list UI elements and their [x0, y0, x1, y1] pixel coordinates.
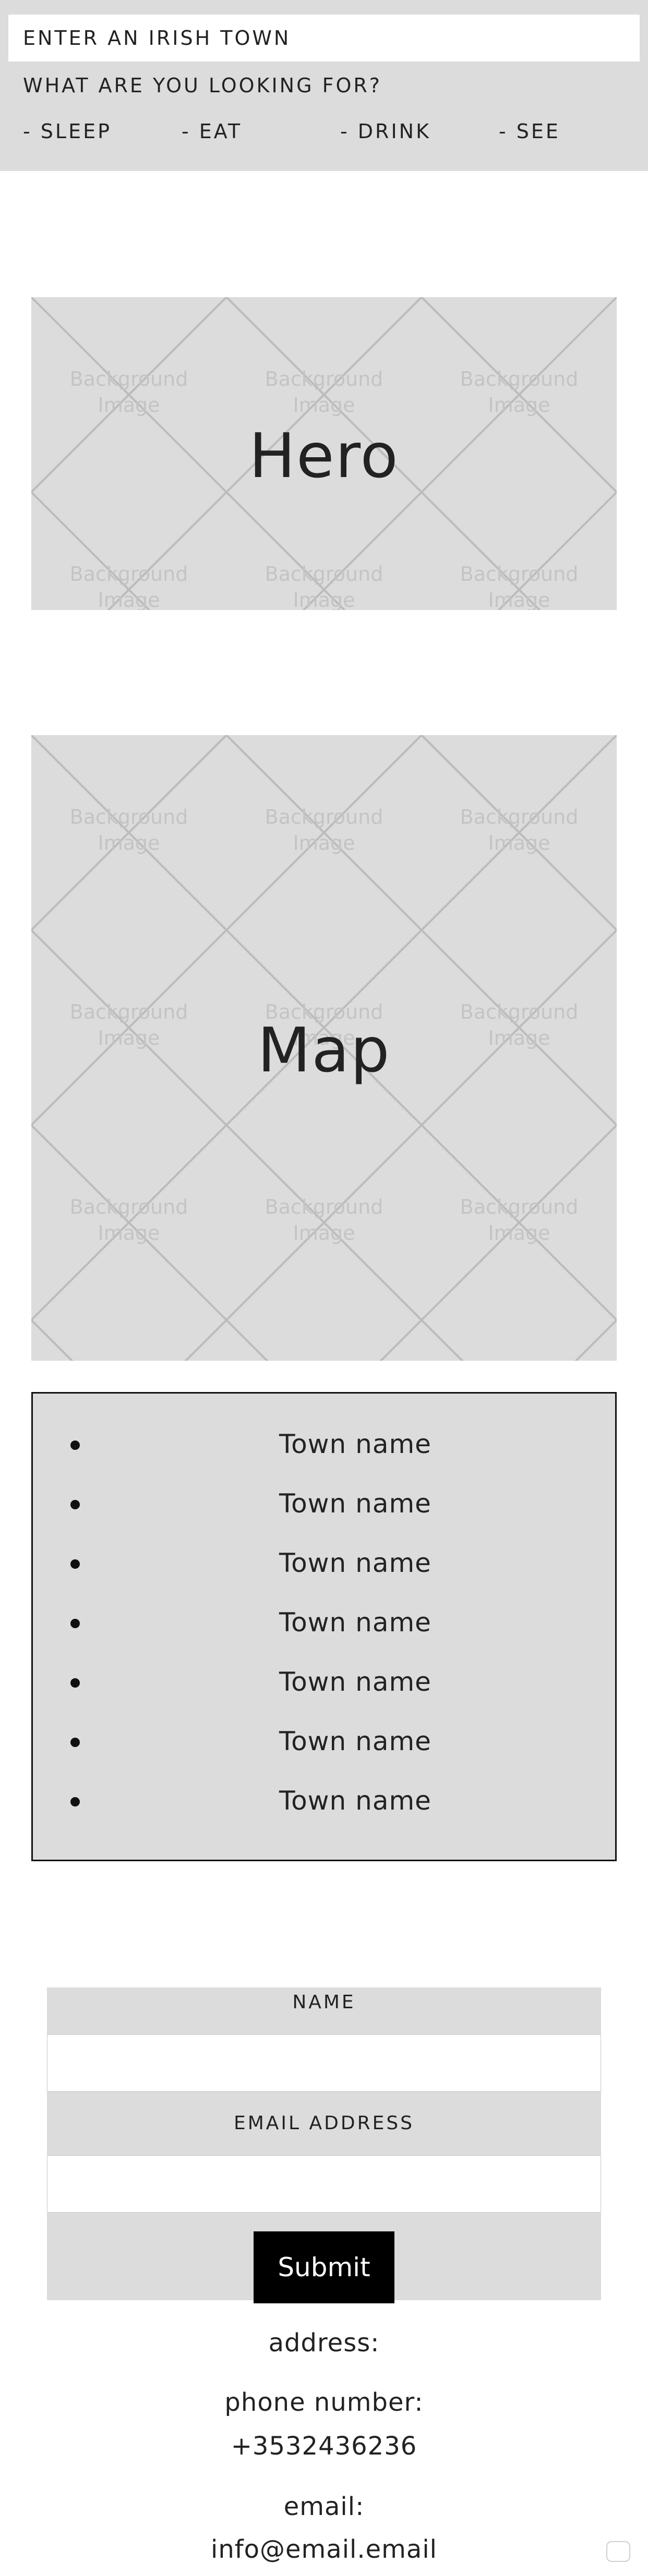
town-name-label: Town name — [279, 1786, 431, 1816]
town-search-input[interactable] — [8, 15, 640, 62]
email-label: email: — [283, 2492, 365, 2521]
hero-image-placeholder: Background Image Background Image Background… — [31, 297, 617, 610]
town-name-label: Town name — [279, 1429, 431, 1459]
town-list: Town name Town name Town name Town name … — [31, 1392, 617, 1861]
svg-text:BackgroundImage: Background Image — [70, 805, 188, 854]
svg-text:BackgroundImage: Background Image — [70, 563, 188, 610]
map-title: Map — [257, 1014, 391, 1086]
svg-text:BackgroundImage: Background Image — [460, 563, 579, 610]
town-name-label: Town name — [279, 1726, 431, 1756]
email-field[interactable] — [47, 2155, 601, 2213]
svg-text:BackgroundImage: Background Image — [70, 1195, 188, 1244]
name-field[interactable] — [47, 2034, 601, 2092]
contact-form: NAME EMAIL ADDRESS Submit — [47, 1987, 601, 2303]
svg-text:BackgroundImage: Background Image — [265, 1195, 383, 1244]
town-name-label: Town name — [279, 1667, 431, 1697]
recaptcha-badge-icon[interactable] — [606, 2541, 630, 2562]
svg-text:BackgroundImage: Background Image — [265, 563, 383, 610]
category-link-see[interactable]: - SEE — [499, 120, 560, 143]
svg-text:BackgroundImage: Background Image — [460, 368, 579, 417]
svg-text:BackgroundImage: Background Image — [265, 368, 383, 417]
map-placeholder: Background Image Background Image Background… — [31, 735, 617, 1361]
search-header: WHAT ARE YOU LOOKING FOR? - SLEEP - EAT … — [0, 0, 648, 171]
looking-for-label: WHAT ARE YOU LOOKING FOR? — [23, 74, 382, 97]
town-name-label: Town name — [279, 1548, 431, 1578]
email-value: info@email.email — [210, 2535, 438, 2564]
town-name-label: Town name — [279, 1607, 431, 1638]
phone-label: phone number: — [224, 2388, 424, 2417]
town-list-item[interactable]: Town name — [33, 1425, 615, 1467]
category-link-sleep[interactable]: - SLEEP — [23, 120, 112, 143]
svg-text:BackgroundImage: Background Image — [460, 1195, 579, 1244]
town-list-item[interactable]: Town name — [33, 1781, 615, 1823]
address-label: address: — [268, 2328, 380, 2358]
town-list-item[interactable]: Town name — [33, 1484, 615, 1526]
category-link-drink[interactable]: - DRINK — [340, 120, 431, 143]
town-list-item[interactable]: Town name — [33, 1663, 615, 1704]
hero-title: Hero — [249, 420, 399, 492]
town-list-item[interactable]: Town name — [33, 1603, 615, 1645]
submit-button[interactable]: Submit — [254, 2231, 394, 2303]
town-name-label: Town name — [279, 1488, 431, 1519]
category-link-eat[interactable]: - EAT — [182, 120, 242, 143]
town-list-item[interactable]: Town name — [33, 1722, 615, 1764]
town-list-item[interactable]: Town name — [33, 1544, 615, 1585]
svg-text:BackgroundImage: Background Image — [265, 805, 383, 854]
svg-text:BackgroundImage: Background Image — [460, 805, 579, 854]
email-label: EMAIL ADDRESS — [233, 2113, 415, 2134]
phone-value: +3532436236 — [231, 2432, 417, 2461]
name-label: NAME — [292, 1992, 356, 2013]
svg-text:BackgroundImage: Background Image — [70, 368, 188, 417]
